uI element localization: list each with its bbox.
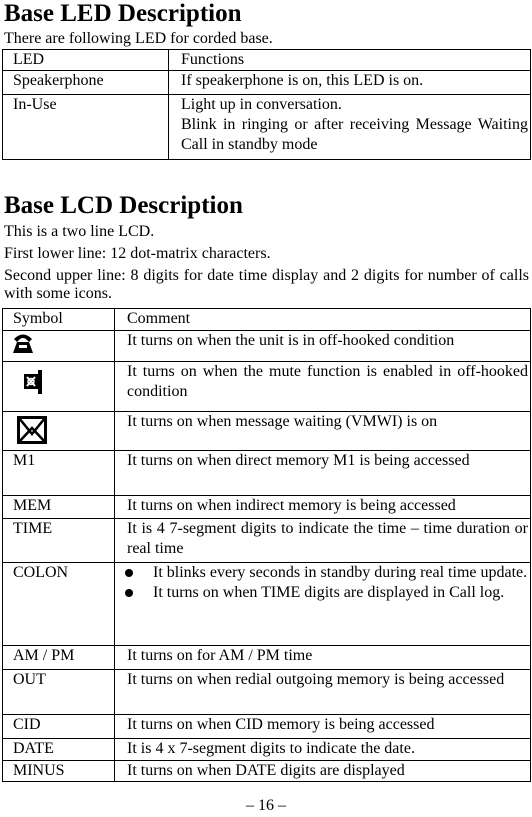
comment-cell: It turns on when CID memory is being acc… [114,714,531,739]
lcd-line: This is a two line LCD. [4,223,155,240]
table-row: DATE It is 4 x 7-segment digits to indic… [2,738,531,761]
led-function: Light up in conversation. Blink in ringi… [168,94,531,160]
bullet-item: It blinks every seconds in standby durin… [119,563,528,583]
table-row: It turns on when the mute function is en… [2,361,531,412]
comment-cell: It turns on when the mute function is en… [114,361,531,412]
comment-cell: It turns on when indirect memory is bein… [114,495,531,519]
table-row: TIME It is 4 7-segment digits to indicat… [2,518,531,563]
header-symbol: Symbol [2,308,115,331]
header-comment: Comment [114,308,531,331]
led-table: LED Functions Speakerphone If speakerpho… [2,49,531,160]
table-row: It turns on when message waiting (VMWI) … [2,411,531,451]
table-row: CID It turns on when CID memory is being… [2,714,531,739]
symbol-cell [2,411,115,451]
symbol-cell: OUT [2,669,115,715]
table-row: M1 It turns on when direct memory M1 is … [2,450,531,496]
comment-cell: It turns on when DATE digits are display… [114,760,531,782]
header-functions: Functions [168,49,531,71]
comment-cell: It is 4 7-segment digits to indicate the… [114,518,531,563]
lcd-line: First lower line: 12 dot-matrix characte… [4,245,271,262]
symbol-cell: COLON [2,562,115,646]
table-row: COLON It blinks every seconds in standby… [2,562,531,646]
comment-cell: It turns on when direct memory M1 is bei… [114,450,531,496]
led-function: If speakerphone is on, this LED is on. [168,70,531,95]
comment-cell: It turns on when redial outgoing memory … [114,669,531,715]
comment-cell: It turns on when message waiting (VMWI) … [114,411,531,451]
led-intro: There are following LED for corded base. [4,30,273,47]
page-number: – 16 – [246,797,286,814]
header-led: LED [2,49,169,71]
symbol-cell: M1 [2,450,115,496]
table-header-row: Symbol Comment [2,308,531,331]
led-name: Speakerphone [2,70,169,95]
symbol-cell: TIME [2,518,115,563]
table-header-row: LED Functions [2,49,531,71]
comment-cell: It turns on for AM / PM time [114,645,531,670]
table-row: Speakerphone If speakerphone is on, this… [2,70,531,95]
function-line: Blink in ringing or after receiving Mess… [181,116,528,153]
table-row: MINUS It turns on when DATE digits are d… [2,760,531,782]
table-row: It turns on when the unit is in off-hook… [2,330,531,362]
table-row: AM / PM It turns on for AM / PM time [2,645,531,670]
table-row: OUT It turns on when redial outgoing mem… [2,669,531,715]
lcd-section-title: Base LCD Description [4,192,243,219]
led-name: In-Use [2,94,169,160]
symbol-cell: MINUS [2,760,115,782]
symbol-cell [2,330,115,362]
function-line: Light up in conversation. [181,96,342,113]
mute-icon [23,370,43,400]
off-hook-phone-icon [11,331,35,361]
symbol-cell: DATE [2,738,115,761]
symbol-cell: CID [2,714,115,739]
comment-cell: It is 4 x 7-segment digits to indicate t… [114,738,531,761]
comment-cell: It blinks every seconds in standby durin… [114,562,531,646]
lcd-line: Second upper line: 8 digits for date tim… [4,267,529,302]
bullet-item: It turns on when TIME digits are display… [119,583,528,603]
symbol-cell: MEM [2,495,115,519]
led-section-title: Base LED Description [4,0,242,27]
lcd-table: Symbol Comment It turns on when the unit… [2,308,531,782]
table-row: MEM It turns on when indirect memory is … [2,495,531,519]
symbol-cell [2,361,115,412]
bullet-list: It blinks every seconds in standby durin… [119,563,528,603]
symbol-cell: AM / PM [2,645,115,670]
envelope-icon [17,416,47,450]
comment-cell: It turns on when the unit is in off-hook… [114,330,531,362]
table-row: In-Use Light up in conversation. Blink i… [2,94,531,160]
